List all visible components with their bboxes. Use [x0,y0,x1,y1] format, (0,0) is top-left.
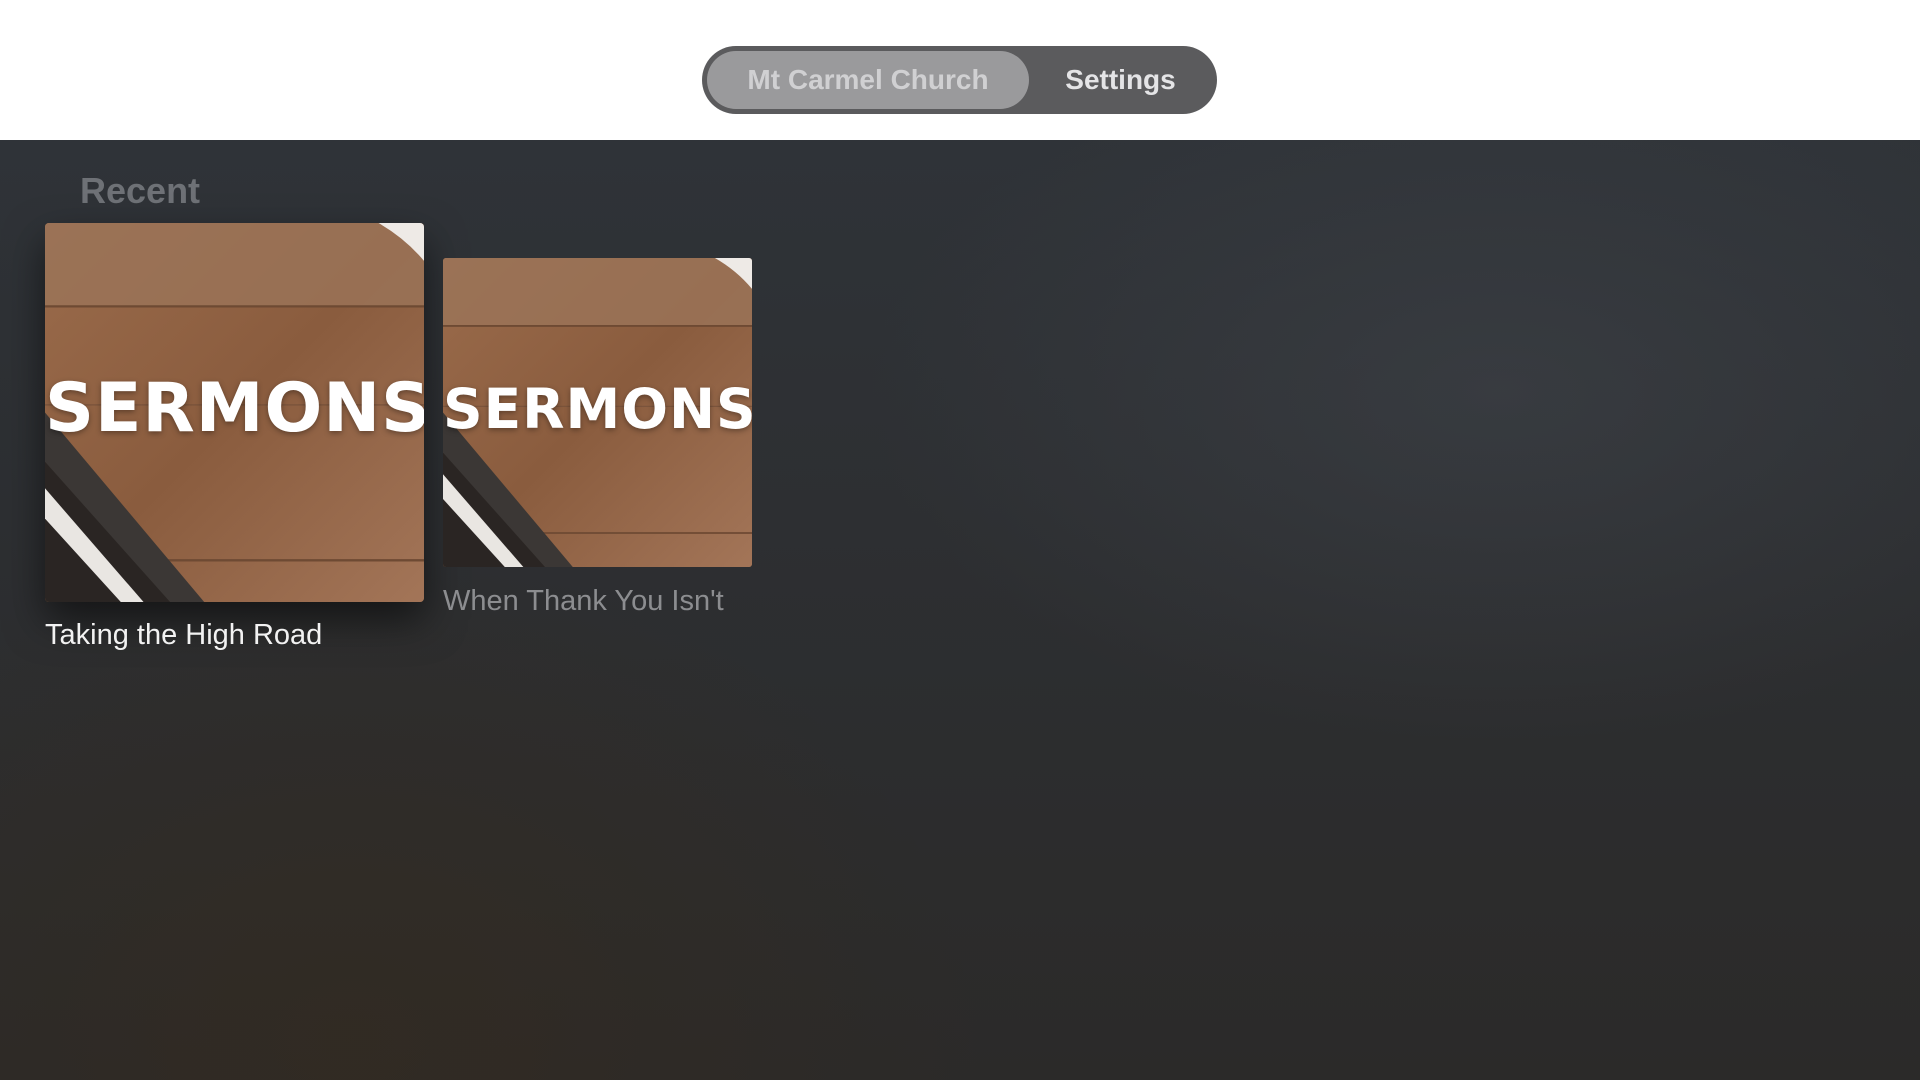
section-title: Recent [80,170,201,211]
tab-bar: Mt Carmel Church Settings [702,46,1217,114]
sermon-artwork: SERMONS [45,223,424,602]
top-bar: Mt Carmel Church Settings [0,0,1920,140]
tab-mt-carmel-church[interactable]: Mt Carmel Church [707,51,1029,109]
artwork-title: SERMONS [45,369,424,448]
tab-label: Mt Carmel Church [747,64,989,95]
artwork-title: SERMONS [443,377,752,441]
tab-settings[interactable]: Settings [1029,51,1212,109]
sermon-title: When Thank You Isn't [443,585,724,617]
tab-label: Settings [1065,64,1176,95]
main-content: Recent SERMONS Taking the High Road SERM… [0,140,1920,1080]
sermon-title: Taking the High Road [45,619,323,651]
sermon-artwork: SERMONS [443,258,752,567]
